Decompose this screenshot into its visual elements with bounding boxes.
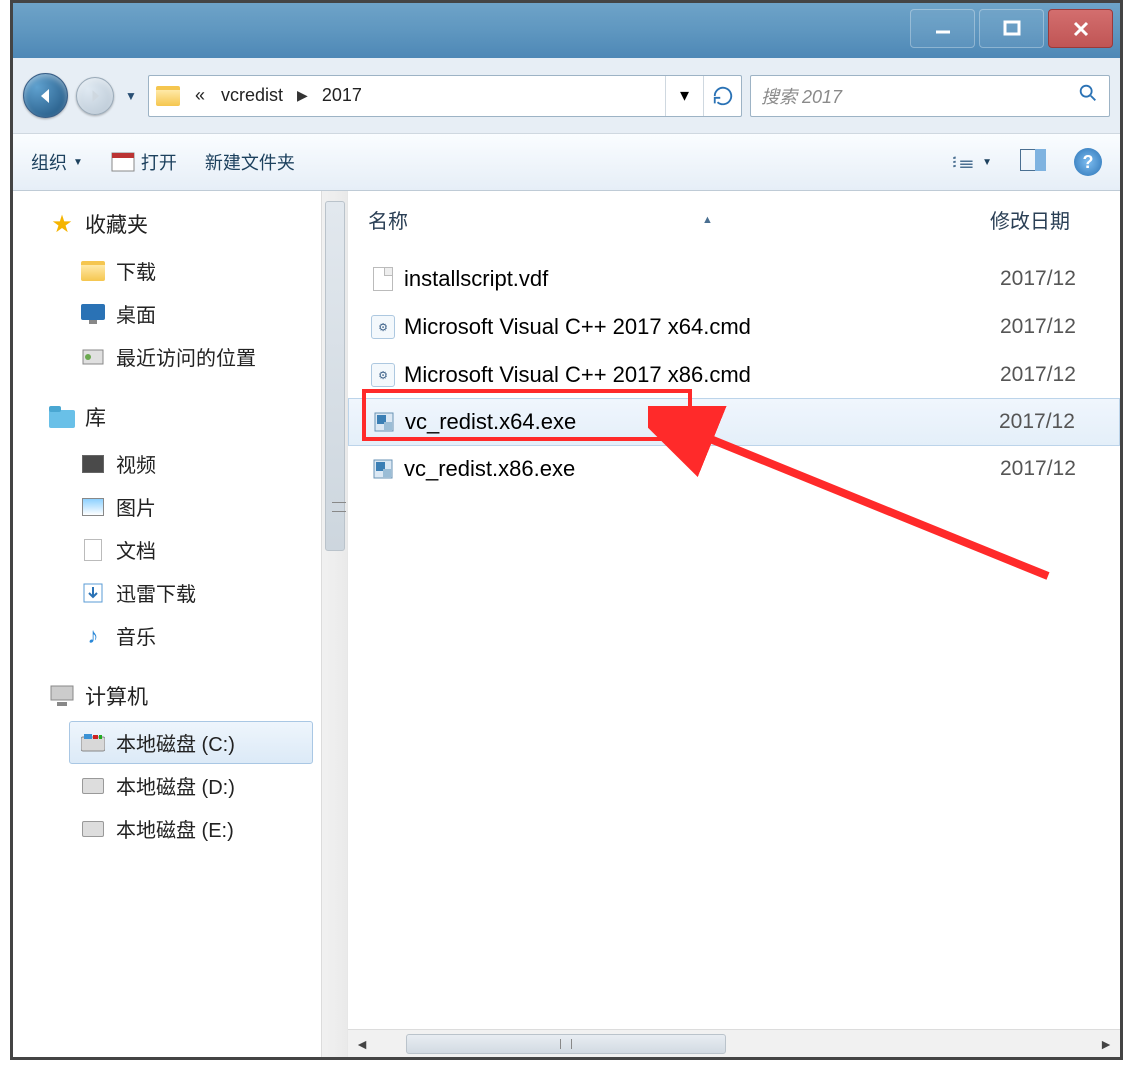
columns-header[interactable]: 名称 ▲ 修改日期 — [348, 191, 1120, 245]
help-icon: ? — [1074, 148, 1102, 176]
organize-menu[interactable]: 组织▼ — [31, 149, 83, 175]
favorites-group[interactable]: ★ 收藏夹 — [49, 209, 313, 239]
search-input[interactable]: 搜索 2017 — [750, 75, 1110, 117]
search-placeholder: 搜索 2017 — [761, 83, 842, 109]
disk-icon — [80, 816, 106, 842]
sidebar-item-recent[interactable]: 最近访问的位置 — [69, 335, 313, 378]
disk-icon — [80, 773, 106, 799]
file-row[interactable]: vc_redist.x86.exe2017/12 — [348, 445, 1120, 493]
preview-pane-button[interactable] — [1020, 149, 1046, 176]
maximize-button[interactable] — [979, 9, 1044, 48]
sidebar-item-pictures[interactable]: 图片 — [69, 485, 313, 528]
preview-pane-icon — [1020, 149, 1046, 176]
explorer-window: ▼ « vcredist ▶ 2017 ▾ 搜索 2017 组织▼ — [10, 0, 1123, 1060]
exe-file-icon — [367, 410, 401, 434]
sort-indicator-icon: ▲ — [702, 214, 713, 226]
computer-icon — [49, 683, 75, 709]
address-dropdown[interactable]: ▾ — [665, 76, 703, 116]
help-button[interactable]: ? — [1074, 148, 1102, 176]
file-name: installscript.vdf — [400, 266, 1000, 292]
file-date: 2017/12 — [1000, 267, 1120, 291]
music-icon: ♪ — [80, 623, 106, 649]
documents-icon — [80, 537, 106, 563]
open-button[interactable]: 打开 — [111, 149, 177, 175]
downloads-icon — [80, 258, 106, 284]
disk-icon — [80, 730, 106, 756]
file-date: 2017/12 — [1000, 315, 1120, 339]
title-bar — [13, 3, 1120, 58]
computer-group[interactable]: 计算机 — [49, 681, 313, 711]
horizontal-scrollbar[interactable]: ◄ ► — [348, 1029, 1120, 1057]
cmd-file-icon: ⚙ — [366, 315, 400, 339]
file-name: vc_redist.x86.exe — [400, 456, 1000, 482]
search-icon — [1077, 82, 1099, 109]
xunlei-icon — [80, 580, 106, 606]
recent-icon — [80, 344, 106, 370]
sidebar-item-disk-c[interactable]: 本地磁盘 (C:) — [69, 721, 313, 764]
file-date: 2017/12 — [999, 410, 1119, 434]
scroll-right-button[interactable]: ► — [1092, 1030, 1120, 1057]
library-group[interactable]: 库 — [49, 402, 313, 432]
back-button[interactable] — [23, 73, 68, 118]
open-icon — [111, 152, 135, 172]
sidebar-scrollbar[interactable] — [321, 191, 347, 1057]
video-icon — [80, 451, 106, 477]
scroll-left-button[interactable]: ◄ — [348, 1030, 376, 1057]
navigation-pane: ★ 收藏夹 下载 桌面 最近访问的位置 — [13, 191, 348, 1057]
file-row[interactable]: vc_redist.x64.exe2017/12 — [348, 398, 1120, 446]
sidebar-item-downloads[interactable]: 下载 — [69, 249, 313, 292]
forward-button[interactable] — [76, 77, 114, 115]
sidebar-item-documents[interactable]: 文档 — [69, 528, 313, 571]
exe-file-icon — [366, 457, 400, 481]
minimize-button[interactable] — [910, 9, 975, 48]
sidebar-item-disk-d[interactable]: 本地磁盘 (D:) — [69, 764, 313, 807]
crumb-prefix: « — [187, 85, 213, 106]
file-date: 2017/12 — [1000, 457, 1120, 481]
sidebar-item-music[interactable]: ♪ 音乐 — [69, 614, 313, 657]
star-icon: ★ — [49, 211, 75, 237]
refresh-button[interactable] — [703, 76, 741, 116]
file-row[interactable]: installscript.vdf2017/12 — [348, 255, 1120, 303]
file-name: Microsoft Visual C++ 2017 x64.cmd — [400, 314, 1000, 340]
address-bar[interactable]: « vcredist ▶ 2017 ▾ — [148, 75, 742, 117]
sidebar-item-xunlei[interactable]: 迅雷下载 — [69, 571, 313, 614]
scrollbar-thumb[interactable] — [325, 201, 345, 551]
sidebar-item-videos[interactable]: 视频 — [69, 442, 313, 485]
crumb-vcredist[interactable]: vcredist — [213, 85, 291, 106]
view-icon: ፧☰ — [952, 152, 976, 173]
pictures-icon — [80, 494, 106, 520]
folder-icon — [149, 76, 187, 116]
file-date: 2017/12 — [1000, 363, 1120, 387]
file-row[interactable]: ⚙Microsoft Visual C++ 2017 x64.cmd2017/1… — [348, 303, 1120, 351]
file-row[interactable]: ⚙Microsoft Visual C++ 2017 x86.cmd2017/1… — [348, 351, 1120, 399]
new-folder-button[interactable]: 新建文件夹 — [205, 149, 295, 175]
column-date[interactable]: 修改日期 — [990, 205, 1110, 234]
crumb-sep-icon: ▶ — [291, 87, 314, 104]
column-name[interactable]: 名称 — [368, 205, 408, 234]
close-button[interactable] — [1048, 9, 1113, 48]
sidebar-item-desktop[interactable]: 桌面 — [69, 292, 313, 335]
sidebar-item-disk-e[interactable]: 本地磁盘 (E:) — [69, 807, 313, 850]
file-name: Microsoft Visual C++ 2017 x86.cmd — [400, 362, 1000, 388]
crumb-2017[interactable]: 2017 — [314, 85, 370, 106]
file-name: vc_redist.x64.exe — [401, 409, 999, 435]
cmd-file-icon: ⚙ — [366, 363, 400, 387]
navigation-bar: ▼ « vcredist ▶ 2017 ▾ 搜索 2017 — [13, 58, 1120, 133]
library-icon — [49, 404, 75, 430]
history-dropdown[interactable]: ▼ — [122, 89, 140, 103]
toolbar: 组织▼ 打开 新建文件夹 ፧☰ ▼ ? — [13, 133, 1120, 191]
generic-file-icon — [366, 267, 400, 291]
view-menu[interactable]: ፧☰ ▼ — [952, 152, 992, 173]
desktop-icon — [80, 301, 106, 327]
file-list-area: 名称 ▲ 修改日期 installscript.vdf2017/12⚙Micro… — [348, 191, 1120, 1057]
scrollbar-thumb[interactable] — [406, 1034, 726, 1054]
